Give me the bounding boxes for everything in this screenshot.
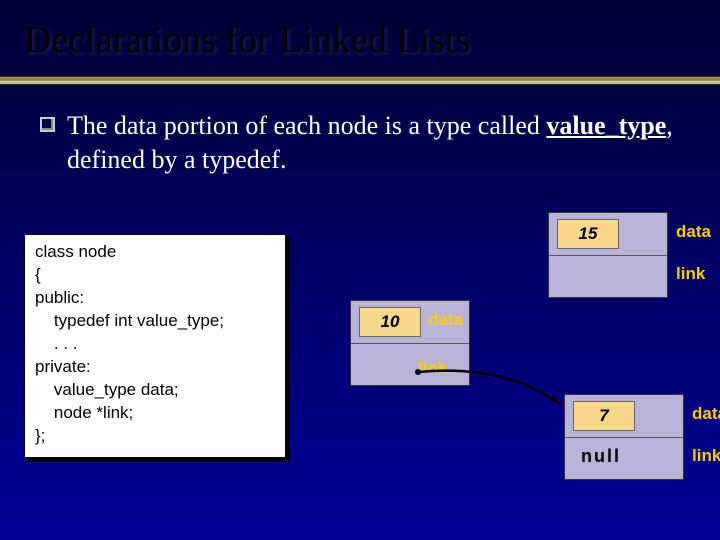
node-data-cell: 15 [549, 213, 667, 255]
code-line: public: [35, 288, 84, 307]
data-label: data [428, 310, 463, 330]
link-label: link [676, 264, 705, 284]
node-null-link: null [581, 446, 621, 467]
node-link-cell [549, 255, 667, 297]
data-label: data [692, 404, 720, 424]
node-data-cell: 7 [565, 395, 683, 437]
node-7: 7 null [564, 394, 684, 480]
node-15: 15 [548, 212, 668, 298]
code-line: . . . [35, 334, 78, 353]
link-label: link [692, 446, 720, 466]
code-line: { [35, 265, 41, 284]
node-link-cell: null [565, 437, 683, 479]
code-line: node *link; [35, 403, 133, 422]
title-divider [0, 76, 720, 85]
bullet-item: The data portion of each node is a type … [0, 85, 720, 177]
data-label: data [676, 222, 711, 242]
code-block: class node { public: typedef int value_t… [24, 234, 286, 458]
code-line: typedef int value_type; [35, 311, 224, 330]
code-line: }; [35, 426, 45, 445]
node-value: 15 [557, 219, 619, 249]
bullet-text: The data portion of each node is a type … [67, 109, 690, 177]
link-label: link [418, 358, 447, 378]
bullet-pre: The data portion of each node is a type … [67, 111, 546, 140]
node-value: 7 [573, 401, 635, 431]
node-link-cell [351, 343, 469, 385]
slide-title: Declarations for Linked Lists [0, 0, 720, 62]
node-value: 10 [359, 307, 421, 337]
code-line: value_type data; [35, 380, 179, 399]
bullet-marker-icon [40, 117, 55, 132]
value-type-term: value_type [546, 111, 666, 140]
code-line: class node [35, 242, 116, 261]
code-line: private: [35, 357, 91, 376]
